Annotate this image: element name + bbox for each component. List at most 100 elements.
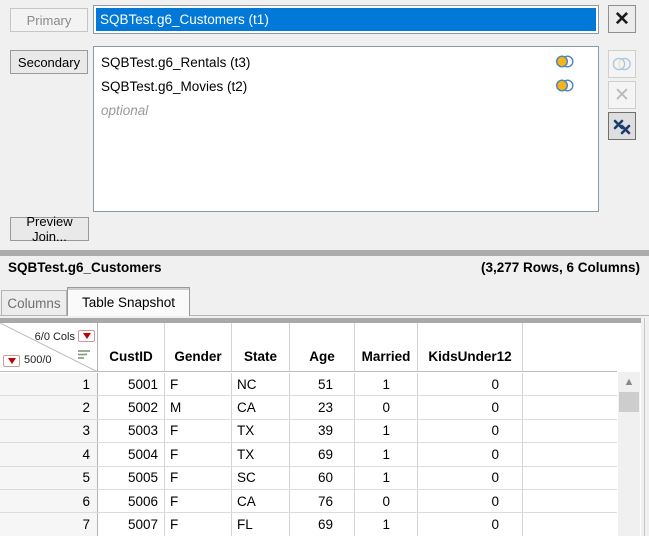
cell-gender[interactable]: F: [165, 513, 232, 535]
cell-kidsunder12[interactable]: 0: [418, 513, 523, 535]
scroll-up-icon[interactable]: ▲: [618, 372, 640, 392]
cell-custid[interactable]: 5002: [98, 396, 165, 418]
cell-age[interactable]: 23: [290, 396, 355, 418]
secondary-table-label: SQBTest.g6_Rentals (t3): [101, 55, 250, 70]
vertical-scrollbar[interactable]: ▲: [618, 372, 640, 536]
row-number[interactable]: 5: [0, 467, 98, 489]
column-header-custid[interactable]: CustID: [98, 323, 165, 371]
scrollbar-thumb[interactable]: [619, 392, 639, 412]
cell-gender[interactable]: F: [165, 467, 232, 489]
cell-custid[interactable]: 5004: [98, 443, 165, 465]
cell-married[interactable]: 1: [355, 513, 418, 535]
clear-joins-button[interactable]: [608, 112, 636, 140]
remove-secondary-button[interactable]: ✕: [608, 81, 636, 109]
close-icon: ✕: [614, 86, 630, 105]
column-header-gender[interactable]: Gender: [165, 323, 232, 371]
rows-red-triangle-menu[interactable]: [3, 355, 20, 367]
grid-corner-cell: 6/0 Cols 500/0: [0, 323, 98, 371]
cell-filler: [523, 467, 617, 489]
cell-age[interactable]: 76: [290, 490, 355, 512]
row-number[interactable]: 3: [0, 420, 98, 442]
cell-state[interactable]: NC: [232, 373, 290, 395]
table-row[interactable]: 4 5004 F TX 69 1 0: [0, 443, 617, 466]
cell-gender[interactable]: F: [165, 420, 232, 442]
cell-kidsunder12[interactable]: 0: [418, 490, 523, 512]
cell-filler: [523, 443, 617, 465]
primary-table-listbox[interactable]: SQBTest.g6_Customers (t1): [93, 5, 599, 34]
left-join-icon[interactable]: [556, 55, 574, 68]
cell-married[interactable]: 0: [355, 490, 418, 512]
cell-kidsunder12[interactable]: 0: [418, 373, 523, 395]
table-row[interactable]: 6 5006 F CA 76 0 0: [0, 490, 617, 513]
secondary-table-item[interactable]: SQBTest.g6_Movies (t2): [94, 74, 598, 98]
secondary-optional-placeholder: optional: [94, 98, 598, 122]
cell-married[interactable]: 1: [355, 467, 418, 489]
secondary-table-label: SQBTest.g6_Movies (t2): [101, 79, 247, 94]
row-number[interactable]: 4: [0, 443, 98, 465]
cell-filler: [523, 396, 617, 418]
table-row[interactable]: 7 5007 F FL 69 1 0: [0, 513, 617, 536]
cell-married[interactable]: 0: [355, 396, 418, 418]
preview-join-button[interactable]: Preview Join...: [10, 217, 89, 241]
cell-kidsunder12[interactable]: 0: [418, 396, 523, 418]
secondary-button[interactable]: Secondary: [10, 50, 88, 74]
cell-kidsunder12[interactable]: 0: [418, 443, 523, 465]
row-number[interactable]: 2: [0, 396, 98, 418]
left-join-icon[interactable]: [556, 79, 574, 92]
cell-age[interactable]: 69: [290, 513, 355, 535]
cell-custid[interactable]: 5007: [98, 513, 165, 535]
cell-married[interactable]: 1: [355, 420, 418, 442]
cell-gender[interactable]: M: [165, 396, 232, 418]
cell-state[interactable]: CA: [232, 490, 290, 512]
row-number[interactable]: 6: [0, 490, 98, 512]
cell-married[interactable]: 1: [355, 443, 418, 465]
panel-right-border: [644, 318, 645, 536]
columns-red-triangle-menu[interactable]: [78, 330, 95, 342]
table-row[interactable]: 1 5001 F NC 51 1 0: [0, 373, 617, 396]
table-row[interactable]: 5 5005 F SC 60 1 0: [0, 467, 617, 490]
cell-gender[interactable]: F: [165, 490, 232, 512]
grid-header-row: 6/0 Cols 500/0 CustID Gender State Age M…: [0, 323, 617, 372]
row-number[interactable]: 7: [0, 513, 98, 535]
edit-join-button[interactable]: [608, 50, 636, 78]
cell-kidsunder12[interactable]: 0: [418, 420, 523, 442]
row-number[interactable]: 1: [0, 373, 98, 395]
cell-age[interactable]: 60: [290, 467, 355, 489]
table-snapshot-grid: 6/0 Cols 500/0 CustID Gender State Age M…: [0, 318, 641, 536]
column-header-kidsunder12[interactable]: KidsUnder12: [418, 323, 523, 371]
table-row[interactable]: 2 5002 M CA 23 0 0: [0, 396, 617, 419]
cell-custid[interactable]: 5001: [98, 373, 165, 395]
tab-table-snapshot[interactable]: Table Snapshot: [67, 287, 190, 316]
cell-state[interactable]: TX: [232, 420, 290, 442]
cell-age[interactable]: 39: [290, 420, 355, 442]
cell-kidsunder12[interactable]: 0: [418, 467, 523, 489]
primary-table-item[interactable]: SQBTest.g6_Customers (t1): [96, 8, 596, 31]
result-table-dimensions: (3,277 Rows, 6 Columns): [481, 260, 640, 275]
cell-state[interactable]: SC: [232, 467, 290, 489]
secondary-table-listbox[interactable]: SQBTest.g6_Rentals (t3) SQBTest.g6_Movie…: [93, 46, 599, 212]
cell-state[interactable]: FL: [232, 513, 290, 535]
cell-gender[interactable]: F: [165, 373, 232, 395]
column-header-married[interactable]: Married: [355, 323, 418, 371]
secondary-table-item[interactable]: SQBTest.g6_Rentals (t3): [94, 50, 598, 74]
column-header-filler: [523, 323, 617, 371]
cell-married[interactable]: 1: [355, 373, 418, 395]
cell-gender[interactable]: F: [165, 443, 232, 465]
column-filter-icon[interactable]: [77, 349, 91, 361]
tab-columns[interactable]: Columns: [1, 290, 67, 315]
cell-custid[interactable]: 5005: [98, 467, 165, 489]
grid-body: 1 5001 F NC 51 1 0 2 5002 M CA 23 0 0 3: [0, 373, 617, 536]
rows-count-label: 500/0: [24, 354, 52, 366]
cell-custid[interactable]: 5006: [98, 490, 165, 512]
cell-state[interactable]: CA: [232, 396, 290, 418]
cell-age[interactable]: 69: [290, 443, 355, 465]
cell-custid[interactable]: 5003: [98, 420, 165, 442]
remove-primary-button[interactable]: ✕: [608, 5, 636, 33]
cell-state[interactable]: TX: [232, 443, 290, 465]
table-row[interactable]: 3 5003 F TX 39 1 0: [0, 420, 617, 443]
cell-age[interactable]: 51: [290, 373, 355, 395]
primary-button[interactable]: Primary: [10, 8, 88, 32]
query-builder-join-panel: Primary SQBTest.g6_Customers (t1) ✕ Seco…: [0, 0, 649, 536]
column-header-age[interactable]: Age: [290, 323, 355, 371]
column-header-state[interactable]: State: [232, 323, 290, 371]
